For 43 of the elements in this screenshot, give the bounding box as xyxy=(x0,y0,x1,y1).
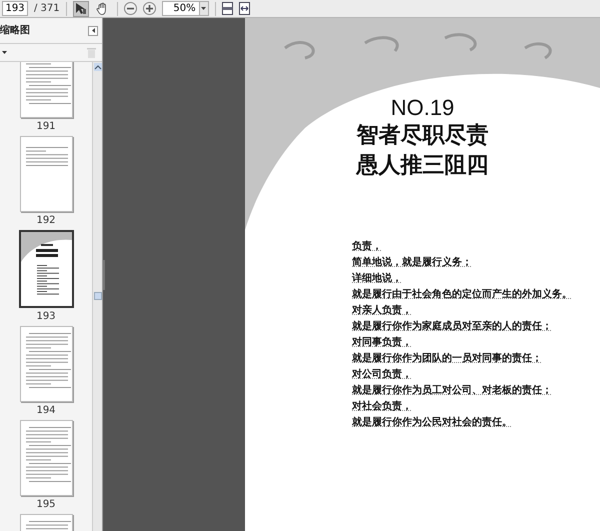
body-text-line: 负责， xyxy=(352,240,383,254)
chapter-number: NO.19 xyxy=(390,95,454,121)
page-number-label: 194 xyxy=(36,405,56,417)
page-number-label: 191 xyxy=(36,121,56,133)
body-text-line: 对亲人负责， xyxy=(352,303,413,318)
body-text-line: 就是履行你作为家庭成员对至亲的人的责任； xyxy=(352,319,553,334)
body-text-line: 对同事负责， xyxy=(352,336,413,350)
body-text-line: 对社会负责， xyxy=(352,400,413,414)
caret-left-icon xyxy=(92,28,94,33)
arrow-cursor-icon xyxy=(74,2,87,15)
page-thumbnail[interactable] xyxy=(20,136,72,212)
body-text-line: 简单地说，就是履行义务； xyxy=(352,255,473,270)
scroll-thumb[interactable] xyxy=(94,292,102,300)
body-text-line: 就是履行你作为团队的一员对同事的责任； xyxy=(352,352,543,366)
zoom-out-icon[interactable] xyxy=(124,2,137,15)
caret-icon xyxy=(201,7,206,10)
body-text-line: 就是履行你作为员工对公司、对老板的责任； xyxy=(352,384,553,398)
page-thumbnail[interactable] xyxy=(18,230,74,308)
page-number-label: 195 xyxy=(36,499,56,511)
page-number-label: 192 xyxy=(36,215,56,227)
body-text-line: 就是履行由于社会角色的定位而产生的外加义务。 xyxy=(352,287,573,302)
page-total: / 371 xyxy=(34,2,60,16)
chapter-title-line: 智者尽职尽责 xyxy=(356,122,488,150)
chapter-title-line: 愚人推三阻四 xyxy=(356,152,488,180)
collapse-button[interactable] xyxy=(88,26,98,36)
page-thumbnail[interactable] xyxy=(20,62,72,118)
page-number-label: 193 xyxy=(36,311,56,323)
panel-title: 缩略图 xyxy=(0,24,30,38)
caret-icon[interactable] xyxy=(2,51,7,54)
page-thumbnail[interactable] xyxy=(20,326,72,402)
body-text-line: 就是履行你作为公民对社会的责任。 xyxy=(352,416,513,430)
page-number-field[interactable]: 193 xyxy=(2,1,28,16)
body-text-line: 详细地说， xyxy=(352,271,403,286)
page-thumbnail[interactable] xyxy=(20,420,72,496)
tool-button[interactable] xyxy=(72,0,89,16)
body-text-line: 对公司负责， xyxy=(352,368,413,382)
splitter-handle[interactable] xyxy=(103,260,105,290)
zoom-in-icon[interactable] xyxy=(142,2,156,15)
fit-width-icon[interactable] xyxy=(238,2,250,15)
scrollbar[interactable] xyxy=(92,62,102,531)
zoom-field[interactable]: 50% xyxy=(162,1,209,16)
scroll-up-icon[interactable] xyxy=(94,63,102,71)
fit-page-icon[interactable] xyxy=(222,2,233,15)
